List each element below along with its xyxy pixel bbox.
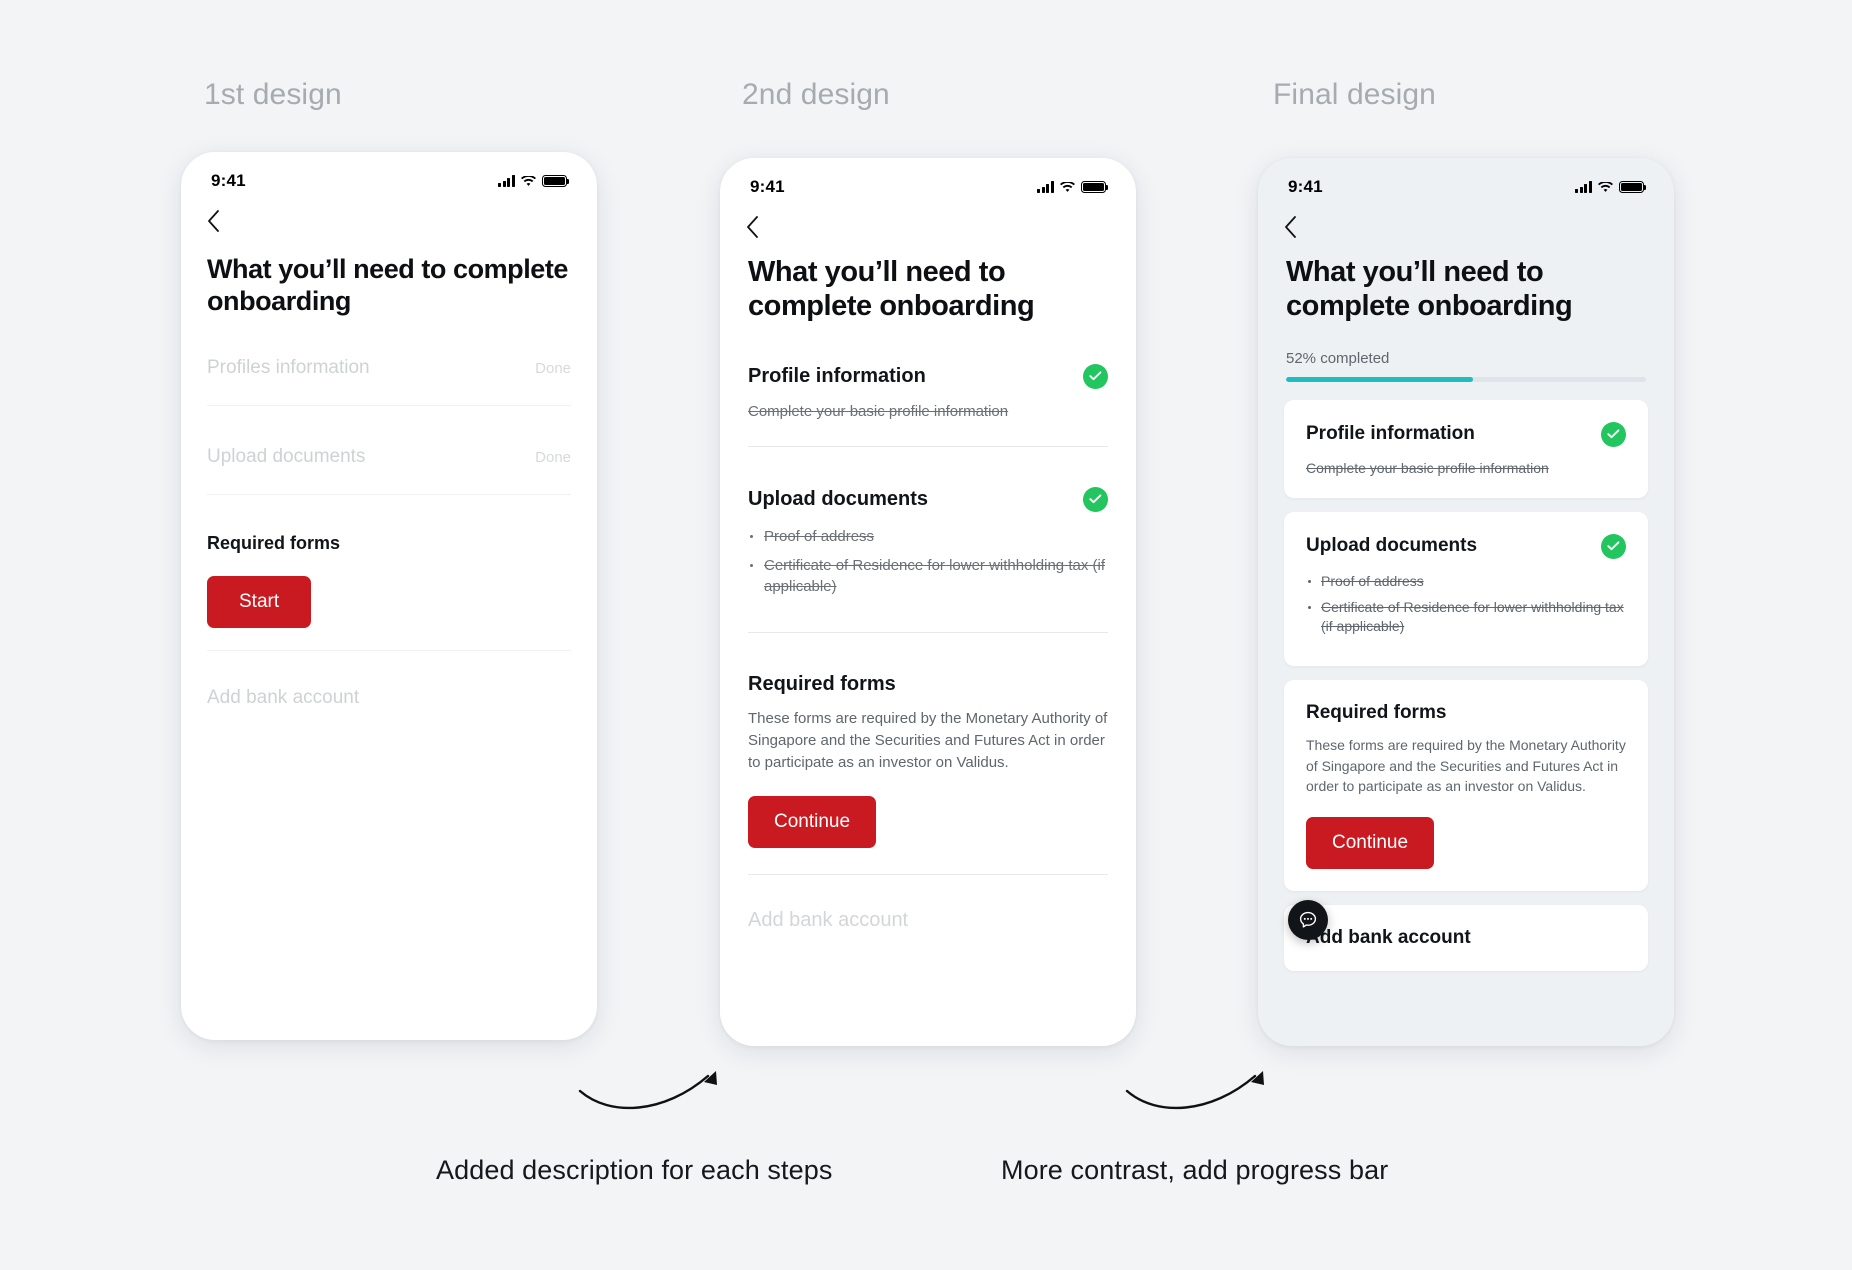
section-header: Upload documents bbox=[748, 486, 1108, 512]
card-header: Upload documents bbox=[1306, 533, 1626, 559]
step-title: Add bank account bbox=[207, 687, 360, 709]
design1-body: Profiles information Done Upload documen… bbox=[181, 317, 597, 709]
card-header: Required forms bbox=[1306, 702, 1626, 724]
cellular-signal-icon bbox=[1575, 181, 1592, 193]
column-label-1st-design: 1st design bbox=[204, 78, 342, 111]
section-title: Upload documents bbox=[748, 487, 929, 510]
document-list: Proof of address Certificate of Residenc… bbox=[1306, 572, 1626, 637]
curved-arrow-icon-1 bbox=[578, 1071, 717, 1110]
progress-label: 52% completed bbox=[1286, 349, 1390, 367]
section-add-bank-account[interactable]: Add bank account bbox=[748, 875, 1108, 932]
chat-bubble-icon bbox=[1299, 911, 1317, 928]
annotation-text-2: More contrast, add progress bar bbox=[1001, 1155, 1389, 1185]
continue-button[interactable]: Continue bbox=[748, 796, 877, 849]
status-bar-icons bbox=[1037, 180, 1109, 194]
section-description: These forms are required by the Monetary… bbox=[748, 709, 1108, 772]
cellular-signal-icon bbox=[498, 175, 515, 187]
section-profile-information[interactable]: Profile information Complete your basic … bbox=[748, 324, 1108, 447]
document-list: Proof of address Certificate of Residenc… bbox=[748, 526, 1108, 598]
card-upload-documents[interactable]: Upload documents Proof of address Certif… bbox=[1284, 511, 1648, 666]
step-row-add-bank-account[interactable]: Add bank account bbox=[207, 651, 571, 709]
start-button[interactable]: Start bbox=[207, 576, 312, 629]
status-bar-icons bbox=[1575, 180, 1647, 194]
list-item: Proof of address bbox=[748, 526, 1108, 547]
card-description: These forms are required by the Monetary… bbox=[1306, 736, 1626, 795]
card-title: Add bank account bbox=[1306, 926, 1471, 948]
step-row-upload-documents[interactable]: Upload documents Done bbox=[207, 406, 571, 496]
phone-mockup-1st-design: 9:41 What you’ll need to complete onboar… bbox=[181, 152, 597, 1040]
page-title-1: What you’ll need to complete onboarding bbox=[207, 254, 568, 316]
page-title-3: What you’ll need to complete onboarding bbox=[1286, 256, 1573, 322]
check-circle-icon bbox=[1083, 486, 1108, 512]
battery-full-icon bbox=[542, 174, 570, 188]
section-title: Profile information bbox=[748, 364, 926, 387]
chevron-left-icon bbox=[747, 216, 758, 238]
annotation-text-1: Added description for each steps bbox=[436, 1155, 833, 1185]
curved-arrow-icon-2 bbox=[1125, 1071, 1264, 1110]
onboarding-step-cards: Profile information Complete your basic … bbox=[1258, 382, 1674, 971]
status-bar-clock: 9:41 bbox=[1288, 177, 1323, 196]
step-title: Required forms bbox=[207, 533, 341, 554]
back-button-2[interactable] bbox=[720, 202, 1136, 238]
check-circle-icon bbox=[1601, 421, 1626, 447]
status-bar-icons bbox=[498, 174, 570, 188]
card-title: Upload documents bbox=[1306, 535, 1478, 557]
column-label-final-design: Final design bbox=[1273, 78, 1436, 111]
step-status-badge: Done bbox=[535, 449, 571, 467]
section-title: Required forms bbox=[748, 672, 896, 695]
step-status-badge: Done bbox=[535, 360, 571, 378]
step-row-required-forms: Required forms Start bbox=[207, 495, 571, 652]
step-title: Upload documents bbox=[207, 446, 366, 468]
card-title: Profile information bbox=[1306, 423, 1475, 445]
wifi-icon bbox=[1598, 181, 1613, 193]
chevron-left-icon bbox=[208, 210, 219, 232]
card-subtitle: Complete your basic profile information bbox=[1306, 459, 1549, 476]
status-bar: 9:41 bbox=[181, 152, 597, 196]
battery-full-icon bbox=[1081, 180, 1109, 194]
status-bar-clock: 9:41 bbox=[750, 177, 785, 196]
wifi-icon bbox=[521, 175, 536, 187]
page-title-2: What you’ll need to complete onboarding bbox=[748, 256, 1035, 322]
list-item: Proof of address bbox=[1306, 572, 1626, 591]
check-circle-icon bbox=[1083, 363, 1108, 389]
back-button-1[interactable] bbox=[181, 196, 597, 232]
card-profile-information[interactable]: Profile information Complete your basic … bbox=[1284, 399, 1648, 498]
phone-mockup-final-design: 9:41 What you’ll need to complete onboar… bbox=[1258, 158, 1674, 1046]
phone-mockup-2nd-design: 9:41 What you’ll need to complete onboar… bbox=[720, 158, 1136, 1046]
cellular-signal-icon bbox=[1037, 181, 1054, 193]
continue-button[interactable]: Continue bbox=[1306, 816, 1435, 869]
card-header: Profile information bbox=[1306, 421, 1626, 447]
card-add-bank-account[interactable]: Add bank account bbox=[1284, 904, 1648, 971]
card-required-forms: Required forms These forms are required … bbox=[1284, 679, 1648, 891]
battery-full-icon bbox=[1619, 180, 1647, 194]
list-item: Certificate of Residence for lower withh… bbox=[748, 555, 1108, 598]
section-header: Profile information bbox=[748, 363, 1108, 389]
chevron-left-icon bbox=[1285, 216, 1296, 238]
onboarding-progress: 52% completed bbox=[1258, 324, 1674, 382]
card-title: Required forms bbox=[1306, 701, 1447, 723]
design2-body: Profile information Complete your basic … bbox=[720, 324, 1136, 932]
section-subtitle: Complete your basic profile information bbox=[748, 402, 1009, 420]
section-header: Required forms bbox=[748, 673, 1108, 696]
step-row-profiles-information[interactable]: Profiles information Done bbox=[207, 317, 571, 407]
wifi-icon bbox=[1060, 181, 1075, 193]
chat-support-button[interactable] bbox=[1288, 900, 1328, 940]
design-comparison-board: 1st design 2nd design Final design 9:41 … bbox=[0, 0, 1852, 1270]
step-title: Profiles information bbox=[207, 357, 370, 379]
status-bar: 9:41 bbox=[1258, 158, 1674, 202]
section-required-forms: Required forms These forms are required … bbox=[748, 633, 1108, 875]
section-title: Add bank account bbox=[748, 909, 909, 932]
status-bar-clock: 9:41 bbox=[211, 171, 246, 190]
status-bar: 9:41 bbox=[720, 158, 1136, 202]
list-item: Certificate of Residence for lower withh… bbox=[1306, 598, 1626, 637]
column-label-2nd-design: 2nd design bbox=[742, 78, 890, 111]
back-button-3[interactable] bbox=[1258, 202, 1674, 238]
check-circle-icon bbox=[1601, 533, 1626, 559]
section-upload-documents[interactable]: Upload documents Proof of address Certif… bbox=[748, 447, 1108, 633]
